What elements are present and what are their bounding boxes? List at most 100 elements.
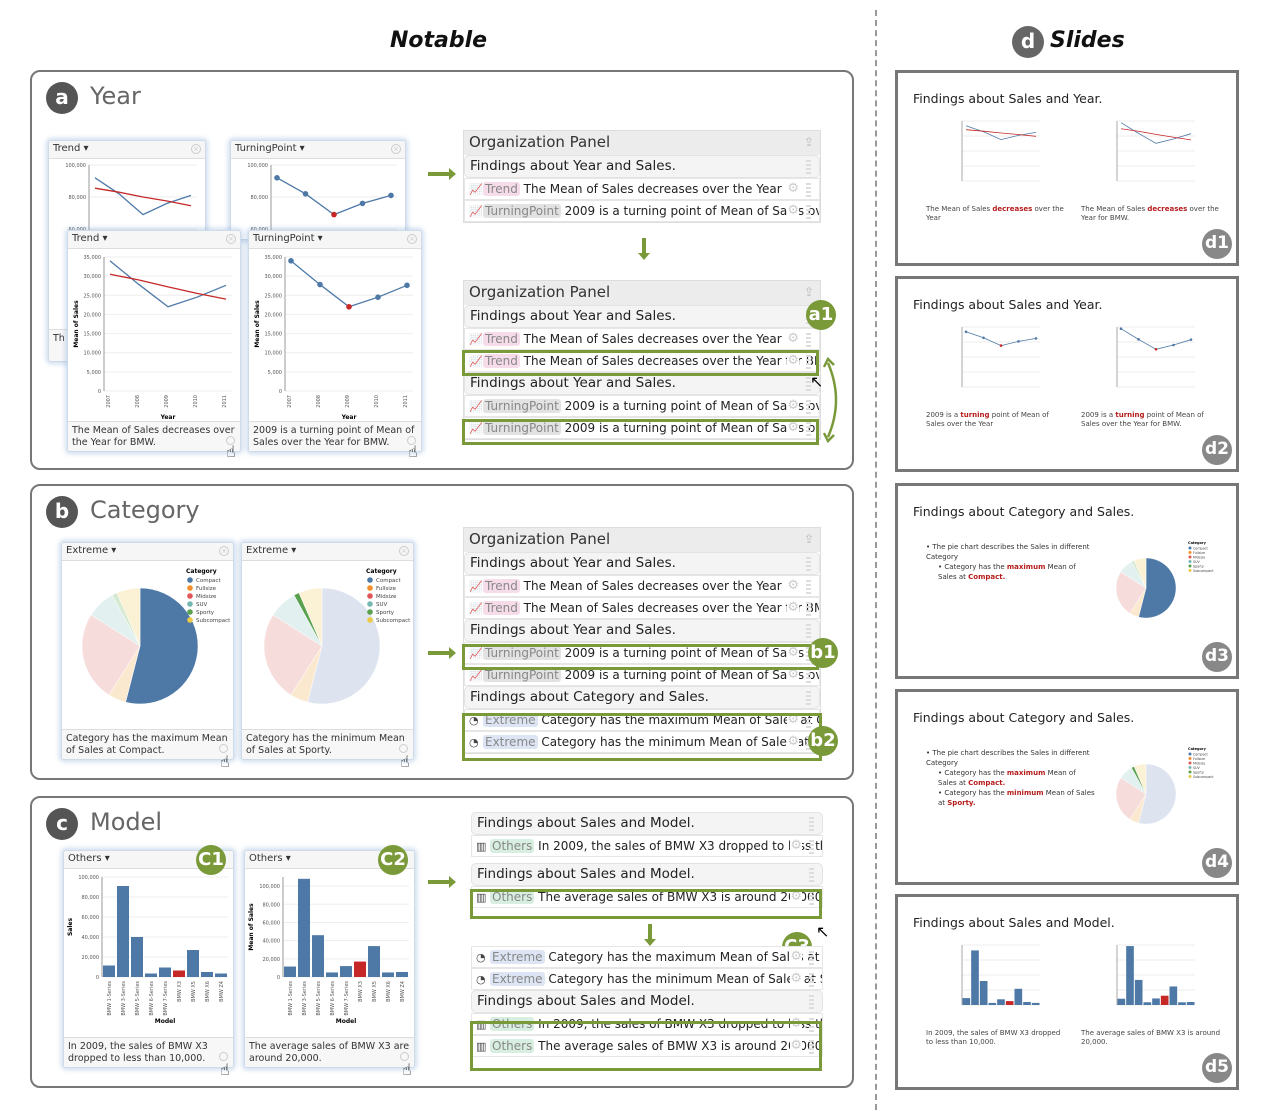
type-dropdown[interactable]: Trend ▾ [72, 233, 108, 244]
share-icon[interactable]: ⇪ [804, 532, 814, 546]
drag-handle-icon[interactable] [809, 973, 814, 987]
slide-3[interactable]: Findings about Category and Sales. d3 • Th… [895, 483, 1239, 679]
drag-handle-icon[interactable] [806, 602, 811, 616]
close-icon[interactable]: × [219, 546, 229, 556]
slide-chart [1116, 326, 1195, 388]
finding-item[interactable]: ▥ Others In 2009, the sales of BMW X3 dro… [471, 835, 823, 857]
drag-handle-icon[interactable] [809, 995, 814, 1009]
trend-line [1120, 128, 1192, 141]
data-point [404, 282, 410, 289]
gear-icon[interactable]: ⚙ [790, 971, 802, 986]
legend-label: SUV [1193, 766, 1201, 770]
y-tick-label: 0 [279, 389, 282, 395]
drag-handle-icon[interactable] [806, 580, 811, 594]
card-turningpoint-bmw[interactable]: TurningPoint ▾ × 0 5,000 10,000 15,000 20,000… [248, 230, 422, 452]
drag-handle-icon[interactable] [806, 333, 811, 347]
close-icon[interactable]: × [407, 234, 417, 244]
card-caption[interactable]: Category has the minimum Mean of Sales a… [246, 733, 405, 756]
close-icon[interactable]: × [226, 234, 236, 244]
drag-handle-icon[interactable] [806, 183, 811, 197]
finding-item[interactable]: 📈 Trend The Mean of Sales decreases over … [464, 597, 820, 619]
group-title[interactable]: Findings about Year and Sales. [470, 622, 676, 638]
slide-5[interactable]: Findings about Sales and Model. d5 In 2009… [895, 894, 1239, 1090]
finding-item[interactable]: ◔ Extreme Category has the maximum Mean o… [471, 946, 823, 968]
card-extreme-min[interactable]: Extreme ▾ × Category Compact Fullsize Midsiz… [241, 542, 414, 760]
drag-handle-icon[interactable] [809, 868, 814, 882]
type-dropdown[interactable]: Others ▾ [249, 853, 291, 864]
card-turningpoint-all[interactable]: TurningPoint ▾× 60,00080,000100,000 [230, 140, 406, 240]
gear-icon[interactable]: ⚙ [790, 838, 802, 853]
group-title[interactable]: Findings about Sales and Model. [477, 993, 695, 1009]
card-caption[interactable]: 2009 is a turning point of Mean of Sales… [253, 425, 414, 448]
drag-handle-icon[interactable] [809, 840, 814, 854]
finding-item[interactable]: 📈 TurningPoint 2009 is a turning point of… [464, 395, 820, 417]
type-dropdown[interactable]: Others ▾ [68, 853, 110, 864]
x-tick-label: BMW 3-Series [302, 981, 308, 1016]
drag-handle-icon[interactable] [806, 669, 811, 683]
y-tick-label: 15,000 [265, 332, 283, 338]
slide-4[interactable]: Findings about Category and Sales. d4 • Th… [895, 689, 1239, 885]
slide-2[interactable]: Findings about Sales and Year. d2 2009 is … [895, 276, 1239, 472]
card-extreme-max[interactable]: Extreme ▾ × Category Compact Fullsize Midsiz… [61, 542, 234, 760]
gear-icon[interactable]: ⚙ [787, 203, 799, 218]
close-icon[interactable]: × [391, 144, 401, 154]
type-dropdown[interactable]: Extreme ▾ [66, 545, 116, 556]
card-caption[interactable]: Category has the maximum Mean of Sales a… [66, 733, 228, 756]
card-others-1[interactable]: Others ▾ 0 20,000 40,000 60,000 80,000 100,00… [63, 850, 234, 1068]
slide-title: Findings about Sales and Model. [913, 915, 1115, 930]
gear-icon[interactable]: ⚙ [787, 331, 799, 346]
section-title: Category [90, 496, 200, 524]
slide-pie-chart: Category CompactFullsizeMidsizeSUVSportyS… [1115, 747, 1214, 825]
caption-text: minimum [1006, 789, 1044, 797]
gear-icon[interactable]: ⚙ [790, 949, 802, 964]
drag-handle-icon[interactable] [806, 691, 811, 705]
pie-chart: Category Compact Fullsize Midsize SUV Sporty S… [81, 568, 231, 705]
gear-icon[interactable]: ⚙ [787, 600, 799, 615]
drag-handle-icon[interactable] [806, 205, 811, 219]
legend-label: Subcompact [376, 618, 411, 624]
group-title[interactable]: Findings about Year and Sales. [470, 375, 676, 391]
gear-icon[interactable]: ⚙ [787, 181, 799, 196]
finding-item[interactable]: 📈 Trend The Mean of Sales decreases over … [464, 575, 820, 597]
finding-item[interactable]: 📈 Trend The Mean of Sales decreases over … [464, 178, 820, 200]
card-caption[interactable]: The average sales of BMW X3 are around 2… [249, 1041, 409, 1064]
drag-handle-icon[interactable] [809, 817, 814, 831]
x-tick-label: 2009 [164, 395, 170, 408]
share-icon[interactable]: ⇪ [804, 135, 814, 149]
type-dropdown[interactable]: Trend ▾ [53, 143, 89, 154]
drag-handle-icon[interactable] [806, 557, 811, 571]
pointer-cursor-icon: ↖ [816, 922, 830, 941]
gear-icon[interactable]: ⚙ [787, 578, 799, 593]
card-trend-bmw[interactable]: Trend ▾ × 0 5,000 10,000 15,000 20,000 25,000 3… [67, 230, 241, 452]
close-icon[interactable]: × [191, 144, 201, 154]
finding-item[interactable]: 📈 Trend The Mean of Sales decreases over … [464, 328, 820, 350]
close-icon[interactable]: × [399, 546, 409, 556]
slide-bullets: • The pie chart describes the Sales in d… [926, 542, 1096, 582]
group-title[interactable]: Findings about Category and Sales. [470, 689, 709, 705]
y-tick-label: 35,000 [84, 255, 102, 261]
card-others-2[interactable]: Others ▾ 0 20,000 40,000 60,000 80,000 100,00… [244, 850, 415, 1068]
type-dropdown[interactable]: Extreme ▾ [246, 545, 296, 556]
group-title[interactable]: Findings about Year and Sales. [470, 308, 676, 324]
group-title[interactable]: Findings about Sales and Model. [477, 815, 695, 831]
gear-icon[interactable]: ⚙ [787, 398, 799, 413]
drag-handle-icon[interactable] [806, 624, 811, 638]
slide-1[interactable]: Findings about Sales and Year. d1 The Mean… [895, 70, 1239, 266]
type-dropdown[interactable]: TurningPoint ▾ [253, 233, 323, 244]
group-title[interactable]: Findings about Year and Sales. [470, 158, 676, 174]
card-caption[interactable]: The Mean of Sales decreases over the Yea… [72, 425, 234, 448]
drag-handle-icon[interactable] [806, 160, 811, 174]
bar [159, 967, 171, 977]
share-icon[interactable]: ⇪ [804, 285, 814, 299]
finding-item[interactable]: 📈 TurningPoint 2009 is a turning point of… [464, 200, 820, 222]
finding-item[interactable]: ◔ Extreme Category has the minimum Mean o… [471, 968, 823, 990]
drag-handle-icon[interactable] [806, 400, 811, 414]
type-dropdown[interactable]: TurningPoint ▾ [235, 143, 305, 154]
card-caption[interactable]: In 2009, the sales of BMW X3 dropped to … [68, 1041, 208, 1064]
y-tick-label: 20,000 [263, 957, 281, 963]
group-title[interactable]: Findings about Sales and Model. [477, 866, 695, 882]
x-tick-label: BMW Z4 [400, 981, 406, 1002]
drag-handle-icon[interactable] [809, 951, 814, 965]
x-tick-label: BMW X5 [372, 981, 378, 1002]
group-title[interactable]: Findings about Year and Sales. [470, 555, 676, 571]
